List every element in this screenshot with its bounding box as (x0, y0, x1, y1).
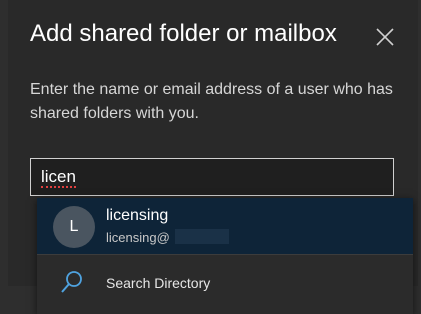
dialog-description: Enter the name or email address of a use… (30, 81, 393, 122)
suggestion-email: licensing@ (106, 230, 170, 245)
search-directory-label: Search Directory (106, 275, 211, 291)
search-directory-button[interactable]: Search Directory (37, 255, 413, 314)
suggestion-licensing[interactable]: L licensing licensing@ (37, 198, 413, 254)
suggestion-dropdown: L licensing licensing@ Search Directory (37, 198, 413, 314)
dialog-title: Add shared folder or mailbox (30, 20, 337, 47)
suggestion-name: licensing (106, 207, 169, 224)
close-icon[interactable] (374, 26, 396, 48)
avatar: L (53, 206, 95, 248)
search-icon (59, 269, 85, 295)
redacted-domain (175, 229, 229, 244)
input-value: licen (41, 167, 76, 188)
user-search-input[interactable]: licen (30, 158, 394, 196)
